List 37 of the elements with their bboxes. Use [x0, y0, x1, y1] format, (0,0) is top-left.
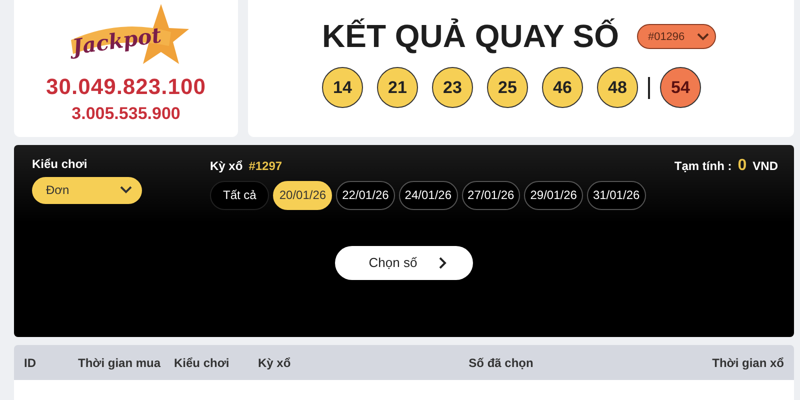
separator-line	[648, 76, 650, 98]
column-header: Kiểu chơi	[174, 356, 230, 370]
column-header: Thời gian mua	[78, 356, 162, 370]
draw-select[interactable]: #01296	[636, 24, 716, 49]
chevron-down-icon	[120, 186, 132, 194]
bonus-ball: 54	[660, 67, 701, 108]
date-chip[interactable]: Tất cả	[210, 180, 270, 210]
column-header: Số đã chọn	[468, 356, 534, 370]
draw-number: #1297	[248, 158, 282, 173]
number-ball: 21	[377, 67, 418, 108]
result-title: KẾT QUẢ QUAY SỐ	[322, 18, 619, 55]
number-ball: 46	[542, 67, 583, 108]
column-header: Kỳ xổ	[258, 356, 292, 370]
jackpot-amount: 30.049.823.100	[46, 74, 206, 100]
date-chip[interactable]: 31/01/26	[586, 180, 646, 210]
draw-label: Kỳ xổ	[210, 158, 243, 173]
number-ball: 48	[597, 67, 638, 108]
date-chip[interactable]: 24/01/26	[398, 180, 458, 210]
date-chip[interactable]: 20/01/26	[273, 180, 332, 210]
jackpot-logo: Jackpot	[61, 2, 191, 72]
date-chip[interactable]: 27/01/26	[462, 180, 520, 210]
number-ball: 23	[432, 67, 473, 108]
chevron-down-icon	[696, 32, 709, 40]
type-label: Kiểu chơi	[32, 156, 88, 171]
date-chip[interactable]: 29/01/26	[524, 180, 583, 210]
total-label: Tạm tính :	[674, 158, 732, 173]
total-value: 0	[738, 156, 747, 175]
number-ball: 14	[322, 67, 363, 108]
column-header: Thời gian xổ	[711, 356, 784, 370]
currency-label: VND	[752, 158, 778, 173]
jackpot-amount: 3.005.535.900	[72, 104, 180, 124]
column-header: ID	[24, 356, 37, 370]
date-chip[interactable]: 22/01/26	[336, 180, 395, 210]
choose-numbers-button[interactable]: Chọn số	[335, 246, 473, 280]
type-select[interactable]: Đơn	[32, 176, 142, 204]
number-ball: 25	[487, 67, 528, 108]
chevron-right-icon	[439, 256, 448, 269]
